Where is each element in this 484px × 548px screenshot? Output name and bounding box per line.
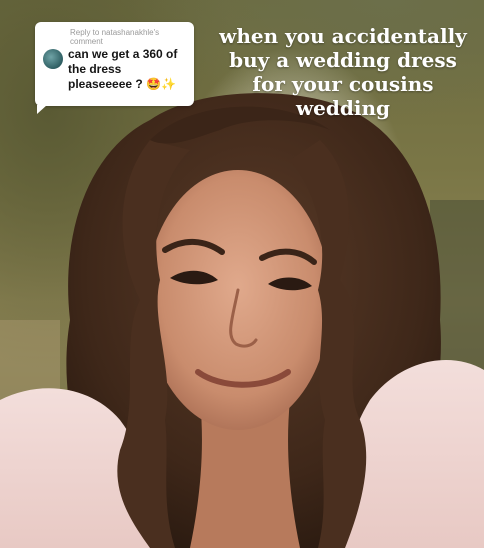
reply-body: can we get a 360 of the dress pleaseeeee… (43, 47, 186, 92)
caption-line: for your cousins (252, 72, 434, 96)
user-avatar-icon[interactable] (43, 49, 63, 69)
caption-line: when you accidentally (219, 24, 467, 48)
reply-comment-card[interactable]: Reply to natashanakhle's comment can we … (35, 22, 194, 114)
caption-line: wedding (295, 96, 391, 120)
reply-header: Reply to natashanakhle's comment (70, 28, 160, 46)
face (146, 170, 330, 430)
reply-comment-text: can we get a 360 of the dress pleaseeeee… (68, 47, 186, 92)
video-caption: when you accidentally buy a wedding dres… (212, 24, 474, 120)
video-frame[interactable]: Reply to natashanakhle's comment can we … (0, 0, 484, 548)
comment-emoji: 🤩✨ (146, 77, 176, 91)
caption-line: buy a wedding dress (229, 48, 457, 72)
